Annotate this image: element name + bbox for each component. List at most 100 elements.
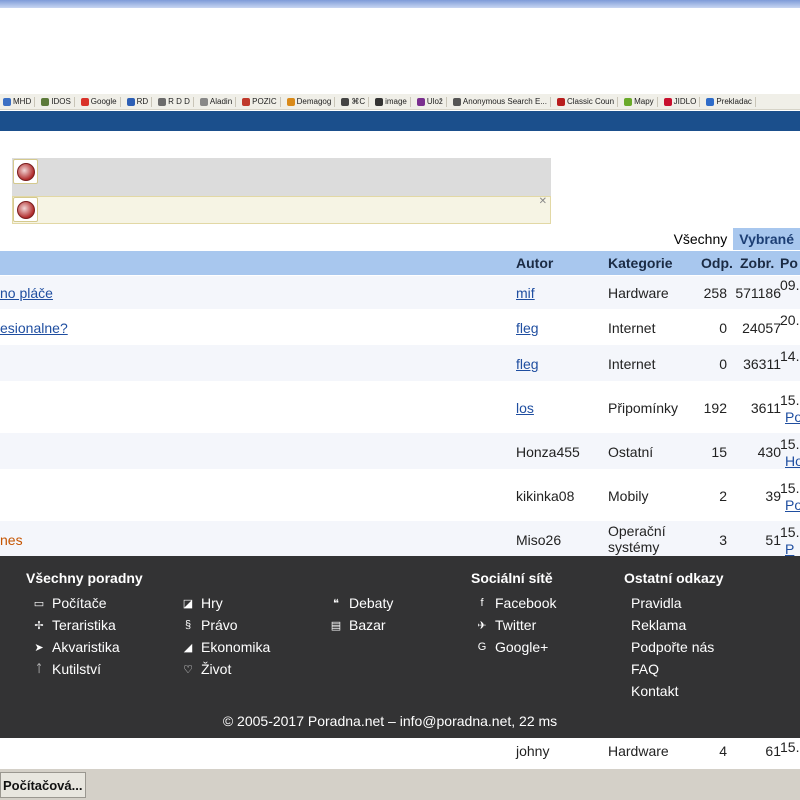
bookmark-separator (445, 96, 447, 107)
table-row[interactable]: Honza455 Ostatní 15 43015.Hon (0, 433, 800, 469)
table-row[interactable]: fleg Internet 0 36311 14. (0, 345, 800, 381)
view-count: 39 (765, 488, 781, 504)
ad-banner-bottom[interactable]: ✕ (12, 196, 551, 224)
topic-title-link[interactable]: esionalne? (0, 320, 68, 336)
col-category[interactable]: Kategorie (608, 255, 673, 271)
col-last[interactable]: Po (780, 255, 798, 271)
google-plus-icon: G (477, 641, 487, 653)
table-row[interactable]: esionalne? fleg Internet 0 24057 20. (0, 309, 800, 345)
bookmark-item[interactable]: Classic Coun (554, 96, 621, 107)
paragraph-icon: § (184, 619, 192, 631)
bookmark-item[interactable]: JIDLO (661, 96, 704, 107)
topic-title-link[interactable]: no pláče (0, 285, 53, 301)
bookmark-label: Ulož (426, 97, 443, 106)
bookmark-item[interactable]: RD (124, 96, 156, 107)
table-row[interactable]: kikinka08 Mobily 2 39 15. Po (0, 469, 800, 521)
topic-title[interactable]: esionalne? (0, 320, 68, 336)
bookmark-label: POZIC (252, 97, 277, 106)
author-name-link[interactable]: mif (516, 285, 535, 301)
view-count: 36311 (743, 356, 781, 372)
bookmark-item[interactable]: Mapy (621, 96, 661, 107)
filter-selected[interactable]: Vybrané (733, 228, 800, 250)
footer-link[interactable]: FAQ (631, 661, 659, 677)
category-name: Internet (608, 320, 656, 336)
bookmark-favicon-icon (286, 97, 295, 106)
col-author[interactable]: Autor (516, 255, 553, 271)
footer-link[interactable]: Kontakt (631, 683, 678, 699)
table-row[interactable]: johny Hardware 4 61 15. (0, 738, 800, 768)
category-name: Mobily (608, 488, 649, 504)
topic-title[interactable]: no pláče (0, 285, 53, 301)
author-name: Honza455 (516, 444, 580, 460)
footer-link[interactable]: ❝ Debaty (329, 595, 393, 611)
footer-link[interactable]: ▤ Bazar (329, 617, 386, 633)
bookmark-label: ⌘C (351, 97, 366, 106)
tools-icon: ᛏ (35, 663, 43, 675)
chat-icon: ❝ (333, 597, 339, 610)
close-icon[interactable]: ✕ (539, 196, 547, 207)
footer-link[interactable]: ▭ Počítače (32, 595, 107, 611)
footer-link[interactable]: ♡ Život (181, 661, 231, 677)
last-post-author[interactable]: Po (785, 497, 800, 513)
footer-link[interactable]: ◢ Ekonomika (181, 639, 271, 655)
footer-link[interactable]: Pravidla (631, 595, 682, 611)
author-name[interactable]: fleg (516, 356, 539, 372)
author-name[interactable]: los (516, 400, 534, 416)
author-name-link[interactable]: fleg (516, 320, 539, 336)
bookmark-item[interactable]: Aladin (197, 96, 239, 107)
footer-link-label: Podpořte nás (631, 639, 715, 655)
author-name-link[interactable]: fleg (516, 356, 539, 372)
bookmark-favicon-icon (41, 97, 50, 106)
last-post-author-link[interactable]: Hon (785, 453, 800, 469)
lizard-icon: ✢ (34, 619, 44, 632)
bookmark-item[interactable]: ⌘C (338, 96, 372, 107)
bookmark-item[interactable]: Demagog (284, 96, 339, 107)
bookmark-item[interactable]: Prekladac (703, 96, 759, 107)
bookmark-item[interactable]: R D D (155, 96, 197, 107)
author-name[interactable]: fleg (516, 320, 539, 336)
bookmark-label: JIDLO (673, 97, 697, 106)
footer-link[interactable]: ᛏ Kutilství (32, 661, 101, 677)
bookmark-label: Demagog (296, 97, 332, 106)
computer-icon: ▭ (33, 597, 45, 610)
filter-all[interactable]: Všechny (668, 228, 734, 250)
last-post-author-link[interactable]: P (785, 541, 794, 557)
table-row[interactable]: nes Miso26 Operační systémy 3 51 15. P (0, 521, 800, 557)
bookmark-item[interactable]: IDOS (38, 96, 78, 107)
footer-link[interactable]: Podpořte nás (631, 639, 714, 655)
author-name[interactable]: mif (516, 285, 535, 301)
footer-link-label: Twitter (495, 617, 537, 633)
footer-link-label: Reklama (631, 617, 687, 633)
footer-link[interactable]: Reklama (631, 617, 686, 633)
author-name-link[interactable]: los (516, 400, 534, 416)
table-row[interactable]: no pláče mif Hardware 258 571186 09. (0, 276, 800, 309)
author-name: johny (516, 743, 550, 759)
footer-link[interactable]: f Facebook (475, 595, 556, 611)
bookmark-item[interactable]: image (372, 96, 414, 107)
footer-link[interactable]: ◪ Hry (181, 595, 223, 611)
footer-link[interactable]: ➤ Akvaristika (32, 639, 119, 655)
ad-banner-top[interactable] (12, 158, 551, 196)
bookmark-item[interactable]: Anonymous Search E... (450, 96, 554, 107)
bookmark-item[interactable]: POZIC (239, 96, 283, 107)
last-post-author[interactable]: Hon (785, 453, 800, 469)
last-post-author[interactable]: P (785, 541, 794, 557)
footer-link[interactable]: ✈ Twitter (475, 617, 536, 633)
bookmark-item[interactable]: MHD (0, 96, 38, 107)
bookmark-favicon-icon (3, 97, 11, 106)
last-post-author-link[interactable]: Po (785, 497, 800, 513)
col-views[interactable]: Zobr. (740, 255, 774, 271)
topic-title[interactable]: nes (0, 532, 23, 548)
bookmark-separator (617, 96, 619, 107)
table-row[interactable]: los Připomínky 192 3611 15. Po (0, 381, 800, 433)
footer-link[interactable]: § Právo (181, 617, 238, 633)
last-post-author-link[interactable]: Po (785, 409, 800, 425)
col-replies[interactable]: Odp. (701, 255, 733, 271)
taskbar-window-button[interactable]: Počítačová... (0, 772, 86, 798)
last-post-author[interactable]: Po (785, 409, 800, 425)
bookmark-item[interactable]: Ulož (414, 96, 450, 107)
bookmark-item[interactable]: Google (78, 96, 124, 107)
bookmark-favicon-icon (556, 97, 565, 106)
footer-link[interactable]: ✢ Teraristika (32, 617, 115, 633)
footer-link[interactable]: G Google+ (475, 639, 549, 655)
